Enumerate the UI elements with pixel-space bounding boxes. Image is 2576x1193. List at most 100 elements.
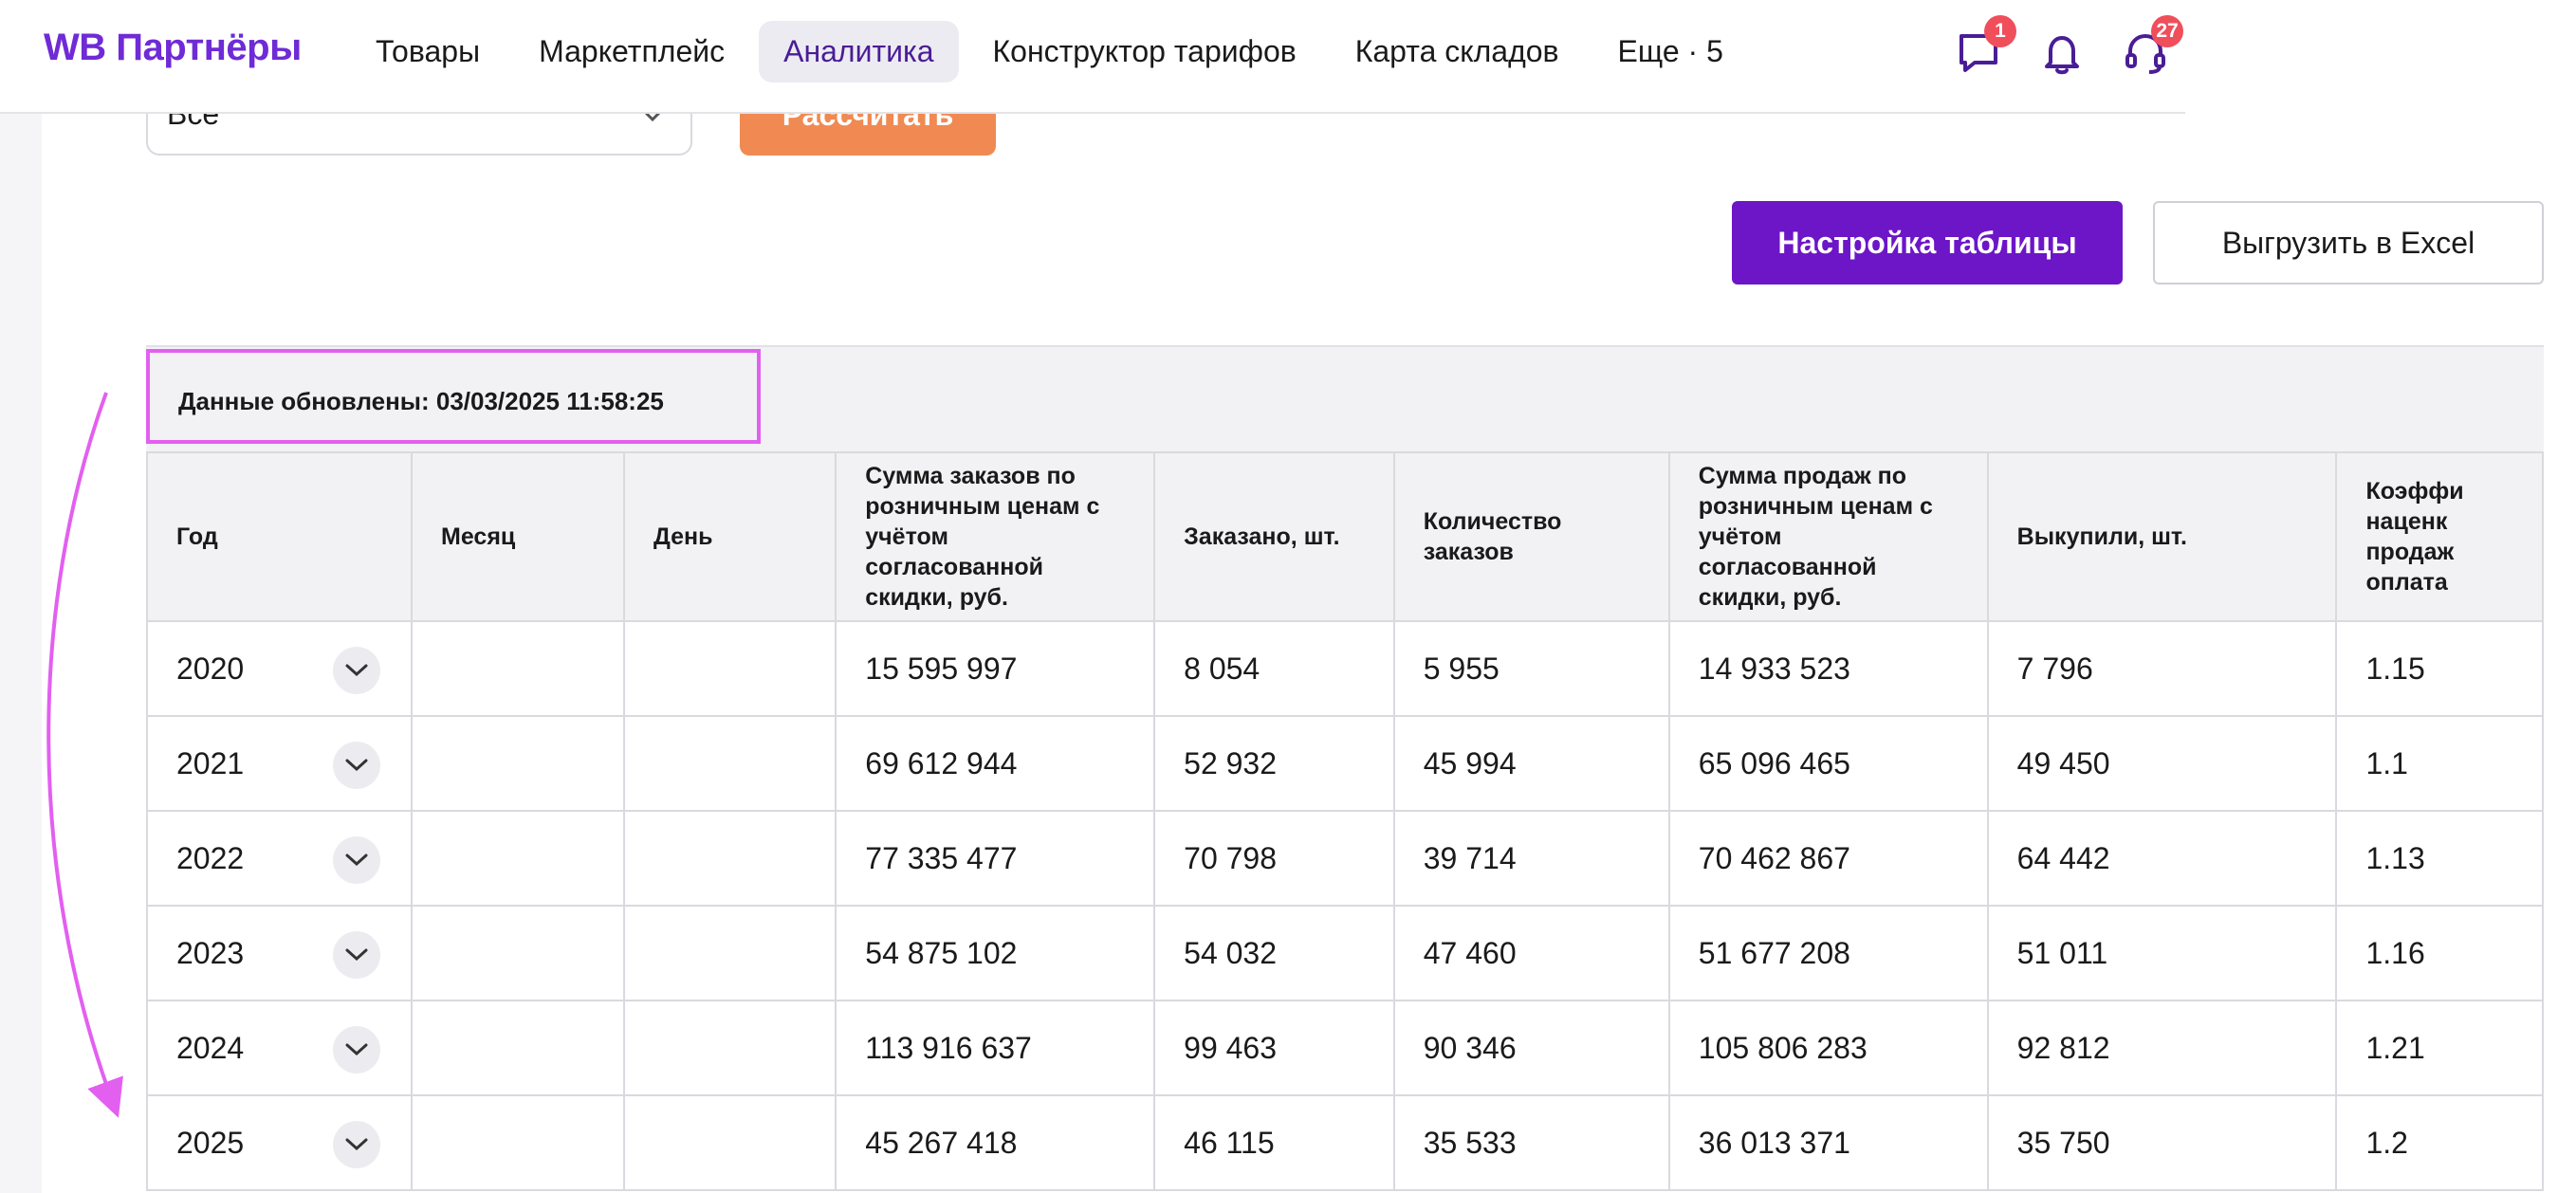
nav-item-analytics[interactable]: Аналитика xyxy=(759,21,959,83)
table-row[interactable]: 2025 45 267 418 46 115 35 533 36 013 371 35 7… xyxy=(146,1094,2544,1191)
col-header-sales-sum[interactable]: Сумма продаж по розничным ценам с учётом… xyxy=(1667,451,1989,622)
month-cell xyxy=(411,810,625,907)
year-label: 2023 xyxy=(176,935,245,970)
month-cell xyxy=(411,905,625,1001)
bought-cell: 49 450 xyxy=(1986,715,2338,812)
coef-cell: 1.13 xyxy=(2335,810,2544,907)
expand-row-button[interactable] xyxy=(333,1026,381,1074)
month-cell xyxy=(411,1000,625,1096)
month-cell xyxy=(411,715,625,812)
coef-cell: 1.1 xyxy=(2335,715,2544,812)
col-header-day[interactable]: День xyxy=(622,451,837,622)
col-header-year[interactable]: Год xyxy=(146,451,414,622)
year-cell: 2020 xyxy=(146,620,414,717)
notifications-button[interactable] xyxy=(2037,28,2087,78)
year-cell: 2024 xyxy=(146,1000,414,1096)
analytics-table: Год Месяц День Сумма заказов по розничны… xyxy=(146,451,2544,1191)
orders-sum-cell: 45 267 418 xyxy=(835,1094,1156,1191)
chevron-down-icon xyxy=(345,664,368,677)
orders-count-cell: 90 346 xyxy=(1392,1000,1670,1096)
ordered-cell: 8 054 xyxy=(1153,620,1395,717)
day-cell xyxy=(622,810,837,907)
nav-item-warehouse-map[interactable]: Карта складов xyxy=(1331,21,1584,83)
expand-row-button[interactable] xyxy=(333,1121,381,1168)
sales-sum-cell: 70 462 867 xyxy=(1667,810,1989,907)
analytics-table-wrapper[interactable]: Год Месяц День Сумма заказов по розничны… xyxy=(146,451,2544,1193)
table-settings-button[interactable]: Настройка таблицы xyxy=(1732,201,2123,284)
table-row[interactable]: 2022 77 335 477 70 798 39 714 70 462 867 64 4… xyxy=(146,810,2544,907)
chat-badge: 1 xyxy=(1984,15,2016,47)
sales-sum-cell: 14 933 523 xyxy=(1667,620,1989,717)
col-header-month[interactable]: Месяц xyxy=(411,451,625,622)
export-excel-button[interactable]: Выгрузить в Excel xyxy=(2153,201,2544,284)
expand-row-button[interactable] xyxy=(333,836,381,884)
col-header-bought[interactable]: Выкупили, шт. xyxy=(1986,451,2338,622)
table-row[interactable]: 2024 113 916 637 99 463 90 346 105 806 283 92… xyxy=(146,1000,2544,1096)
main-nav: Товары Маркетплейс Аналитика Конструктор… xyxy=(351,21,1748,83)
day-cell xyxy=(622,1094,837,1191)
day-cell xyxy=(622,905,837,1001)
ordered-cell: 52 932 xyxy=(1153,715,1395,812)
sales-sum-cell: 36 013 371 xyxy=(1667,1094,1989,1191)
orders-sum-cell: 113 916 637 xyxy=(835,1000,1156,1096)
ordered-cell: 99 463 xyxy=(1153,1000,1395,1096)
orders-sum-cell: 77 335 477 xyxy=(835,810,1156,907)
day-cell xyxy=(622,1000,837,1096)
annotation-highlight-box xyxy=(146,349,761,444)
bell-icon xyxy=(2045,36,2079,75)
bought-cell: 35 750 xyxy=(1986,1094,2338,1191)
chevron-down-icon xyxy=(345,1043,368,1056)
year-label: 2025 xyxy=(176,1125,245,1160)
support-badge: 27 xyxy=(2151,15,2183,47)
chevron-down-icon xyxy=(345,853,368,867)
nav-item-products[interactable]: Товары xyxy=(351,21,505,83)
sales-sum-cell: 105 806 283 xyxy=(1667,1000,1989,1096)
chevron-down-icon xyxy=(345,948,368,962)
bought-cell: 92 812 xyxy=(1986,1000,2338,1096)
table-row[interactable]: 2023 54 875 102 54 032 47 460 51 677 208 51 0… xyxy=(146,905,2544,1001)
nav-item-tariff-builder[interactable]: Конструктор тарифов xyxy=(968,21,1321,83)
coef-cell: 1.16 xyxy=(2335,905,2544,1001)
orders-sum-cell: 54 875 102 xyxy=(835,905,1156,1001)
expand-row-button[interactable] xyxy=(333,742,381,789)
table-row[interactable]: 2021 69 612 944 52 932 45 994 65 096 465 49 4… xyxy=(146,715,2544,812)
year-cell: 2023 xyxy=(146,905,414,1001)
coef-cell: 1.21 xyxy=(2335,1000,2544,1096)
top-header: WB Партнёры Товары Маркетплейс Аналитика… xyxy=(0,0,2185,114)
chevron-down-icon xyxy=(345,1138,368,1151)
col-header-orders-sum[interactable]: Сумма заказов по розничным ценам с учёто… xyxy=(835,451,1156,622)
year-label: 2022 xyxy=(176,840,245,875)
ordered-cell: 46 115 xyxy=(1153,1094,1395,1191)
orders-count-cell: 47 460 xyxy=(1392,905,1670,1001)
col-header-coef[interactable]: Коэффи наценк продаж оплата xyxy=(2335,451,2544,622)
main-content: Все Рассчитать Настройка таблицы Выгрузи… xyxy=(42,0,2576,1193)
ordered-cell: 70 798 xyxy=(1153,810,1395,907)
brand-logo[interactable]: WB Партнёры xyxy=(44,27,302,69)
support-button[interactable]: 27 xyxy=(2121,15,2183,78)
sales-sum-cell: 65 096 465 xyxy=(1667,715,1989,812)
chat-button[interactable]: 1 xyxy=(1954,15,2016,78)
chevron-down-icon xyxy=(345,759,368,772)
year-label: 2021 xyxy=(176,745,245,780)
col-header-ordered[interactable]: Заказано, шт. xyxy=(1153,451,1395,622)
expand-row-button[interactable] xyxy=(333,931,381,979)
nav-item-more[interactable]: Еще · 5 xyxy=(1593,21,1748,83)
table-row[interactable]: 2020 15 595 997 8 054 5 955 14 933 523 7 796 1… xyxy=(146,620,2544,717)
day-cell xyxy=(622,715,837,812)
expand-row-button[interactable] xyxy=(333,647,381,694)
orders-count-cell: 35 533 xyxy=(1392,1094,1670,1191)
coef-cell: 1.2 xyxy=(2335,1094,2544,1191)
year-cell: 2022 xyxy=(146,810,414,907)
orders-count-cell: 5 955 xyxy=(1392,620,1670,717)
year-cell: 2025 xyxy=(146,1094,414,1191)
month-cell xyxy=(411,1094,625,1191)
year-label: 2024 xyxy=(176,1030,245,1065)
col-header-orders-count[interactable]: Количество заказов xyxy=(1392,451,1670,622)
year-label: 2020 xyxy=(176,651,245,686)
bought-cell: 7 796 xyxy=(1986,620,2338,717)
coef-cell: 1.15 xyxy=(2335,620,2544,717)
nav-item-marketplace[interactable]: Маркетплейс xyxy=(514,21,749,83)
day-cell xyxy=(622,620,837,717)
ordered-cell: 54 032 xyxy=(1153,905,1395,1001)
bought-cell: 64 442 xyxy=(1986,810,2338,907)
